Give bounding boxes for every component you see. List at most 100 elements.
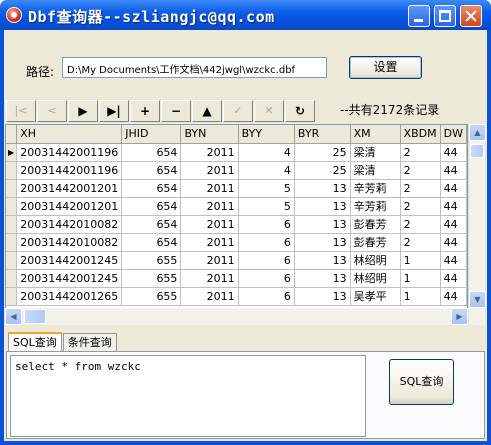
table-cell[interactable]: 13 [294, 233, 351, 252]
row-indicator[interactable] [6, 215, 18, 234]
scroll-right-icon[interactable]: ▶ [451, 308, 468, 325]
table-cell[interactable]: 1 [400, 269, 441, 288]
column-header[interactable]: DW [440, 125, 467, 144]
table-cell[interactable]: 1 [400, 287, 441, 306]
table-cell[interactable]: 13 [294, 179, 351, 198]
table-cell[interactable]: 6 [238, 215, 295, 234]
column-header[interactable]: BYY [238, 125, 295, 144]
column-header[interactable]: JHID [121, 125, 182, 144]
row-indicator[interactable] [6, 161, 18, 180]
nav-prior-button[interactable]: < [37, 100, 67, 122]
set-button[interactable]: 设置 [349, 56, 422, 79]
nav-insert-button[interactable]: + [130, 100, 160, 122]
table-cell[interactable]: 44 [440, 215, 467, 234]
table-cell[interactable]: 20031442001245 [16, 269, 123, 288]
table-cell[interactable]: 20031442001196 [16, 161, 123, 180]
nav-edit-button[interactable]: ▲ [192, 100, 222, 122]
table-cell[interactable]: 44 [440, 179, 467, 198]
path-input[interactable]: D:\My Documents\工作文档\442jwgl\wzckc.dbf [62, 57, 327, 78]
column-header[interactable]: BYR [294, 125, 351, 144]
table-cell[interactable]: 13 [294, 269, 351, 288]
minimize-button[interactable] [408, 5, 430, 27]
nav-cancel-button[interactable]: ✕ [254, 100, 284, 122]
table-cell[interactable]: 2011 [180, 287, 239, 306]
table-cell[interactable]: 2 [400, 233, 441, 252]
sql-query-button[interactable]: SQL查询 [389, 359, 454, 405]
table-cell[interactable]: 655 [121, 287, 182, 306]
scroll-up-icon[interactable]: ▲ [469, 124, 486, 141]
table-cell[interactable]: 彭春芳 [350, 215, 401, 234]
table-cell[interactable]: 20031442001201 [16, 197, 123, 216]
table-cell[interactable]: 梁清 [350, 161, 401, 180]
table-cell[interactable]: 654 [121, 233, 182, 252]
table-cell[interactable]: 25 [294, 161, 351, 180]
table-cell[interactable]: 20031442001245 [16, 251, 123, 270]
table-cell[interactable]: 44 [440, 197, 467, 216]
table-cell[interactable]: 2 [400, 143, 441, 162]
table-cell[interactable]: 2011 [180, 179, 239, 198]
table-cell[interactable]: 5 [238, 179, 295, 198]
table-row[interactable]: 20031442001201 654 2011 5 13 辛芳莉 2 44 [6, 179, 467, 198]
column-header[interactable]: BYN [180, 125, 239, 144]
row-indicator[interactable] [6, 233, 18, 252]
table-cell[interactable]: 654 [121, 197, 182, 216]
table-cell[interactable]: 654 [121, 143, 182, 162]
table-row[interactable]: 20031442001201 654 2011 5 13 辛芳莉 2 44 [6, 197, 467, 216]
tab-condition-query[interactable]: 条件查询 [62, 333, 117, 352]
table-cell[interactable]: 13 [294, 197, 351, 216]
nav-next-button[interactable]: ▶ [68, 100, 98, 122]
table-cell[interactable]: 辛芳莉 [350, 179, 401, 198]
table-cell[interactable]: 梁清 [350, 143, 401, 162]
table-row[interactable]: 20031442001265 655 2011 6 13 吴孝平 1 44 [6, 287, 467, 306]
table-row[interactable]: 20031442001245 655 2011 6 13 林绍明 1 44 [6, 251, 467, 270]
table-cell[interactable]: 2011 [180, 233, 239, 252]
table-cell[interactable]: 20031442001196 [16, 143, 123, 162]
table-cell[interactable]: 2 [400, 215, 441, 234]
table-cell[interactable]: 25 [294, 143, 351, 162]
nav-post-button[interactable]: ✓ [223, 100, 253, 122]
table-cell[interactable]: 4 [238, 161, 295, 180]
table-row[interactable]: 20031442001245 655 2011 6 13 林绍明 1 44 [6, 269, 467, 288]
table-cell[interactable]: 654 [121, 161, 182, 180]
vertical-scrollbar[interactable]: ▲ ▼ [468, 124, 486, 325]
scroll-left-icon[interactable]: ◀ [5, 308, 22, 325]
sql-input[interactable]: select * from wzckc [10, 355, 366, 437]
table-cell[interactable]: 6 [238, 233, 295, 252]
table-cell[interactable]: 辛芳莉 [350, 197, 401, 216]
table-cell[interactable]: 13 [294, 251, 351, 270]
row-indicator[interactable] [6, 197, 18, 216]
vertical-scroll-thumb[interactable] [470, 144, 484, 158]
table-row[interactable]: ▶ 20031442001196 654 2011 4 25 梁清 2 44 [6, 143, 467, 162]
column-header[interactable]: XBDM [400, 125, 441, 144]
table-cell[interactable]: 吴孝平 [350, 287, 401, 306]
table-cell[interactable]: 44 [440, 233, 467, 252]
row-indicator[interactable] [6, 179, 18, 198]
table-row[interactable]: 20031442010082 654 2011 6 13 彭春芳 2 44 [6, 233, 467, 252]
table-cell[interactable]: 4 [238, 143, 295, 162]
table-cell[interactable]: 20031442001201 [16, 179, 123, 198]
table-cell[interactable]: 44 [440, 287, 467, 306]
row-indicator[interactable] [6, 287, 18, 306]
horizontal-scrollbar[interactable]: ◀ ▶ [5, 308, 468, 325]
table-cell[interactable]: 2011 [180, 215, 239, 234]
column-header[interactable]: XM [350, 125, 401, 144]
table-cell[interactable]: 20031442001265 [16, 287, 123, 306]
table-cell[interactable]: 44 [440, 161, 467, 180]
table-cell[interactable]: 2 [400, 179, 441, 198]
table-cell[interactable]: 655 [121, 269, 182, 288]
horizontal-scroll-thumb[interactable] [24, 309, 46, 324]
table-cell[interactable]: 2011 [180, 161, 239, 180]
table-cell[interactable]: 654 [121, 215, 182, 234]
table-cell[interactable]: 44 [440, 269, 467, 288]
table-cell[interactable]: 林绍明 [350, 251, 401, 270]
table-cell[interactable]: 2011 [180, 197, 239, 216]
table-cell[interactable]: 654 [121, 179, 182, 198]
table-cell[interactable]: 655 [121, 251, 182, 270]
table-cell[interactable]: 林绍明 [350, 269, 401, 288]
table-cell[interactable]: 13 [294, 215, 351, 234]
scroll-down-icon[interactable]: ▼ [469, 291, 486, 308]
table-cell[interactable]: 44 [440, 143, 467, 162]
table-cell[interactable]: 20031442010082 [16, 233, 123, 252]
table-cell[interactable]: 2 [400, 161, 441, 180]
app-icon[interactable] [6, 7, 22, 23]
